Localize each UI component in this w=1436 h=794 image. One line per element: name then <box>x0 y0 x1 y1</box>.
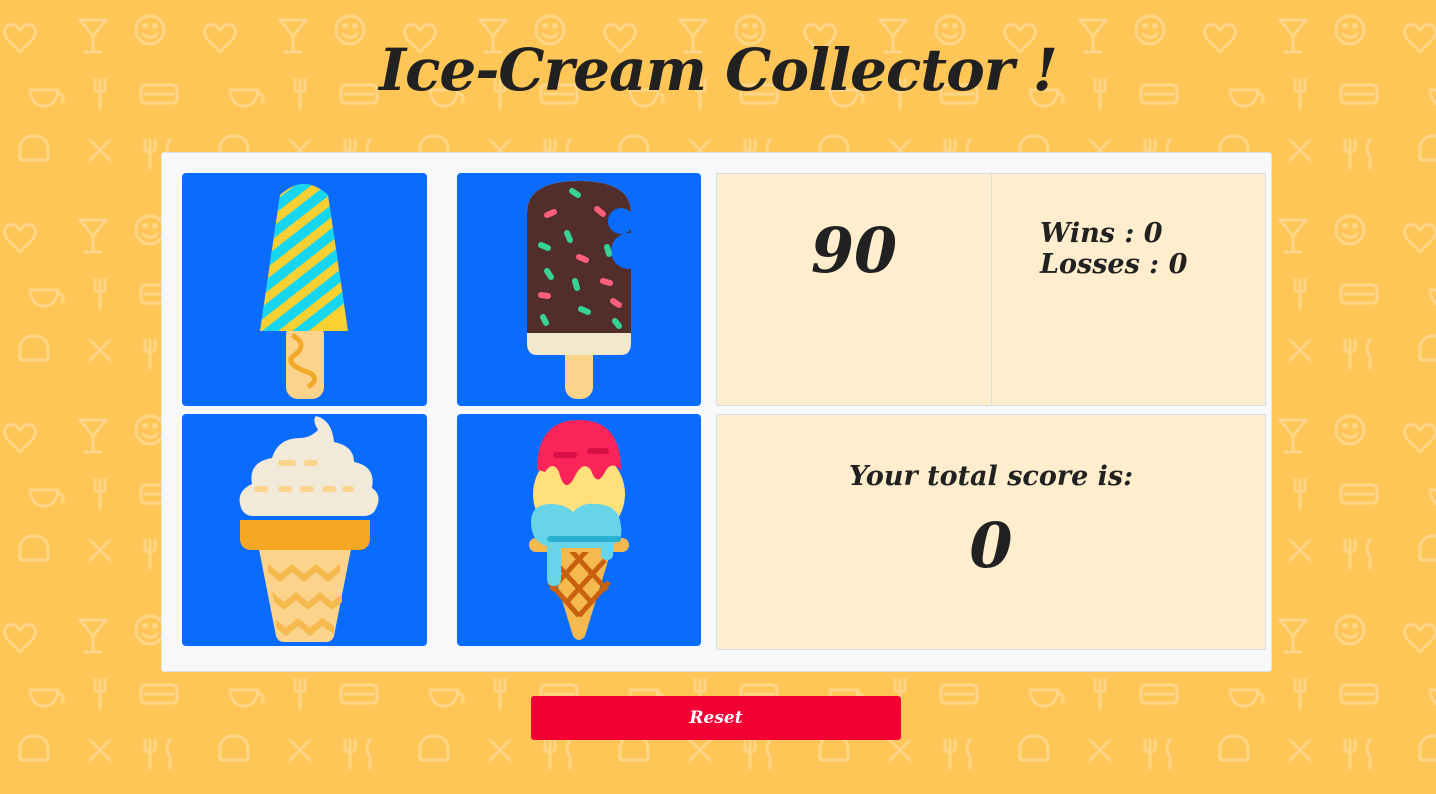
win-loss-panel: Wins : 0 Losses : 0 <box>991 173 1266 406</box>
wins-count: 0 <box>1143 218 1163 249</box>
target-number-panel: 90 <box>716 173 992 406</box>
target-number: 90 <box>810 214 898 287</box>
page-title: Ice-Cream Collector ! <box>378 36 1058 104</box>
soft-serve-cone-icon <box>239 416 379 642</box>
ice-cream-tile-2[interactable] <box>457 173 701 406</box>
reset-button[interactable]: Reset <box>531 696 901 740</box>
losses-label: Losses <box>1040 249 1140 280</box>
losses-count: 0 <box>1168 249 1188 280</box>
total-score-panel: Your total score is: 0 <box>716 414 1266 650</box>
total-score-label: Your total score is: <box>848 461 1134 492</box>
losses-line: Losses : 0 <box>1040 249 1188 280</box>
ice-cream-tile-3[interactable] <box>182 414 427 646</box>
wins-line: Wins : 0 <box>1040 218 1163 249</box>
wins-label: Wins <box>1040 218 1115 249</box>
ice-cream-tile-1[interactable] <box>182 173 427 406</box>
striped-popsicle-icon <box>260 184 348 399</box>
ice-cream-tile-4[interactable] <box>457 414 701 646</box>
three-scoop-cone-icon <box>529 420 629 640</box>
chocolate-sprinkle-popsicle-icon <box>527 181 647 399</box>
win-loss-record: Wins : 0 Losses : 0 <box>1040 218 1187 280</box>
game-board: 90 Wins : 0 Losses : 0 Your total score … <box>161 152 1272 672</box>
total-score-value: 0 <box>969 509 1013 582</box>
